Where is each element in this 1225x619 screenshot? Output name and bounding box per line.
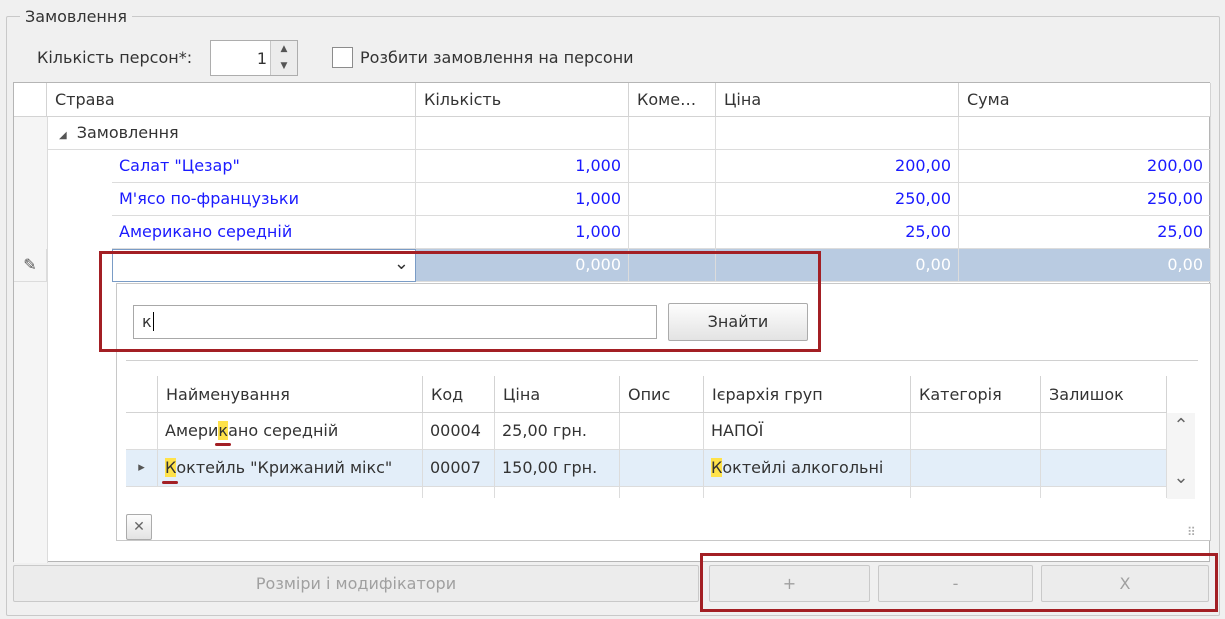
expand-icon[interactable]: ◢ [59, 130, 67, 141]
group-row[interactable]: ◢ Замовлення [14, 117, 1211, 150]
annotation-underline [162, 481, 178, 484]
col-name[interactable]: Найменування [158, 376, 423, 413]
resize-grip-icon[interactable]: ⠿ [1187, 525, 1196, 539]
list-item-partial[interactable] [126, 487, 1167, 498]
item-name: Коктейль "Крижаний мікс" [158, 450, 423, 487]
results-grid: Найменування Код Ціна Опис Ієрархія груп… [126, 376, 1196, 498]
col-dish[interactable]: Страва [47, 83, 416, 117]
scroll-down-icon[interactable]: ⌄ [1167, 467, 1195, 488]
group-title: Замовлення [20, 7, 132, 26]
match-highlight: К [165, 458, 177, 477]
col-comment[interactable]: Коме… [629, 83, 716, 117]
popup-separator [126, 360, 1198, 361]
split-checkbox-label[interactable]: Розбити замовлення на персони [360, 48, 634, 67]
stepper-up-icon[interactable]: ▲ [271, 41, 297, 58]
split-checkbox[interactable] [332, 47, 353, 68]
annotation-highlight-box [700, 553, 1218, 612]
col-stock[interactable]: Залишок [1041, 376, 1167, 413]
dish-cell: Американо середній [112, 216, 416, 249]
table-row[interactable]: Американо середній 1,000 25,00 25,00 [14, 216, 1211, 249]
col-desc[interactable]: Опис [620, 376, 704, 413]
col-qty[interactable]: Кількість [416, 83, 629, 117]
col-item-price[interactable]: Ціна [495, 376, 620, 413]
dish-cell: М'ясо по-французьки [112, 183, 416, 216]
persons-value: 1 [256, 49, 267, 68]
table-row[interactable]: М'ясо по-французьки 1,000 250,00 250,00 [14, 183, 1211, 216]
grid-corner [14, 83, 47, 117]
dish-cell: Салат "Цезар" [112, 150, 416, 183]
persons-label: Кількість персон*: [37, 48, 193, 67]
current-row-icon: ▸ [126, 450, 158, 487]
annotation-highlight-box [99, 251, 821, 352]
results-scrollbar[interactable]: ⌃ ⌄ [1167, 413, 1195, 499]
col-category[interactable]: Категорія [911, 376, 1041, 413]
close-icon[interactable]: ✕ [126, 514, 152, 540]
scroll-up-icon[interactable]: ⌃ [1167, 415, 1195, 436]
item-name: Американо середній [158, 413, 423, 450]
stepper-down-icon[interactable]: ▼ [271, 58, 297, 75]
edit-pencil-icon: ✎ [14, 249, 47, 282]
annotation-underline [215, 443, 231, 446]
group-row-label: Замовлення [76, 123, 179, 142]
list-item[interactable]: Американо середній 00004 25,00 грн. НАПО… [126, 413, 1167, 450]
col-code[interactable]: Код [423, 376, 495, 413]
match-highlight: к [218, 421, 229, 440]
list-item-selected[interactable]: ▸ Коктейль "Крижаний мікс" 00007 150,00 … [126, 450, 1167, 487]
modifiers-button[interactable]: Розміри і модифікатори [13, 565, 699, 602]
table-row[interactable]: Салат "Цезар" 1,000 200,00 200,00 [14, 150, 1211, 183]
persons-stepper[interactable]: 1 ▲ ▼ [210, 40, 298, 76]
match-highlight: К [711, 458, 723, 477]
col-sum[interactable]: Сума [959, 83, 1211, 117]
col-group-hierarchy[interactable]: Ієрархія груп [704, 376, 911, 413]
col-price[interactable]: Ціна [716, 83, 959, 117]
